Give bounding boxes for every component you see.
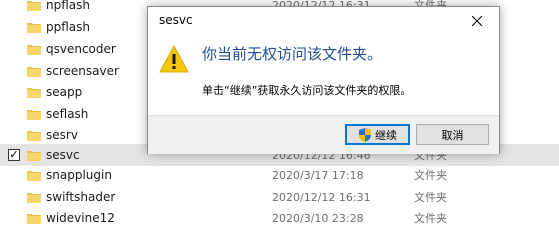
folder-icon <box>27 213 41 224</box>
continue-button[interactable]: 继续 <box>345 124 410 145</box>
folder-icon <box>27 170 41 181</box>
access-dialog: sesvc 你当前无权访问该文件夹。 单击“继续”获取永久访问该文件夹的权限。 … <box>147 6 500 154</box>
dialog-titlebar[interactable]: sesvc <box>148 7 499 35</box>
file-type: 文件夹 <box>414 212 447 225</box>
file-name: screensaver <box>46 64 119 78</box>
file-name: sesvc <box>46 148 80 162</box>
file-name: swiftshader <box>46 190 116 204</box>
folder-icon <box>27 130 41 141</box>
folder-icon <box>27 66 41 77</box>
close-button[interactable] <box>455 7 499 35</box>
dialog-title: sesvc <box>159 13 193 27</box>
file-name: snapplugin <box>46 168 112 182</box>
cancel-label: 取消 <box>441 128 464 142</box>
file-name: seflash <box>46 107 89 121</box>
warning-icon <box>159 45 189 73</box>
file-type: 文件夹 <box>414 191 447 204</box>
file-row-swiftshader[interactable]: swiftshader 2020/12/12 16:31 文件夹 <box>0 186 559 208</box>
file-name: widevine12 <box>46 211 115 225</box>
file-date: 2020/3/17 17:18 <box>272 168 364 182</box>
file-name: npflash <box>46 0 90 12</box>
folder-icon <box>27 0 41 11</box>
file-name: sesrv <box>46 128 78 142</box>
folder-icon <box>27 87 41 98</box>
file-name: seapp <box>46 85 83 99</box>
close-icon <box>472 16 482 26</box>
folder-icon <box>27 22 41 33</box>
cancel-button[interactable]: 取消 <box>416 124 489 145</box>
folder-icon <box>27 150 41 161</box>
file-name: qsvencoder <box>46 42 116 56</box>
file-row-snapplugin[interactable]: snapplugin 2020/3/17 17:18 文件夹 <box>0 164 559 186</box>
file-name: ppflash <box>46 20 91 34</box>
uac-shield-icon <box>359 127 371 142</box>
file-date: 2020/3/10 23:28 <box>272 211 364 225</box>
folder-icon <box>27 192 41 203</box>
folder-icon <box>27 109 41 120</box>
dialog-content: 单击“继续”获取永久访问该文件夹的权限。 <box>202 84 412 97</box>
selection-checkbox[interactable]: ✓ <box>8 149 20 161</box>
main-instruction: 你当前无权访问该文件夹。 <box>202 45 383 63</box>
continue-label: 继续 <box>375 128 397 142</box>
file-type: 文件夹 <box>414 169 447 182</box>
file-row-widevine12[interactable]: widevine12 2020/3/10 23:28 文件夹 <box>0 207 559 229</box>
file-date: 2020/12/12 16:31 <box>272 190 371 204</box>
dialog-footer: 继续 取消 <box>148 115 499 154</box>
folder-icon <box>27 44 41 55</box>
